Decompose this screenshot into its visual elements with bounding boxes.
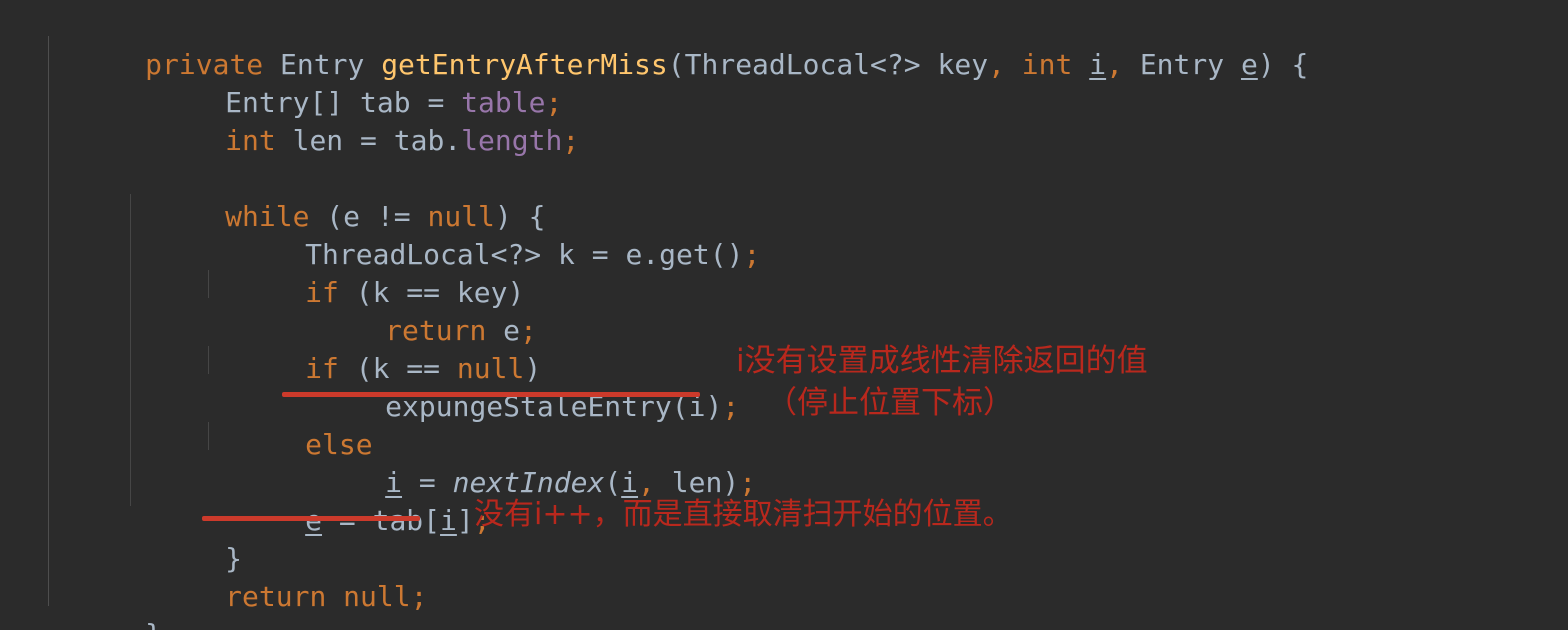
- underline-expunge-call: [282, 392, 700, 397]
- code-text-layer[interactable]: private Entry getEntryAfterMiss(ThreadLo…: [0, 0, 1568, 630]
- token-brace-close-method: }: [145, 618, 162, 630]
- token-keyword-int: int: [1021, 48, 1073, 81]
- token-keyword-return-2: return: [225, 580, 327, 613]
- token-keyword-int-2: int: [225, 124, 276, 157]
- underline-e-tab-assign: [202, 516, 420, 521]
- code-screenshot: */ private Entry getEntryAfterMiss(Threa…: [0, 0, 1568, 630]
- annotation-note-2: 没有i++，而是直接取清扫开始的位置。: [474, 497, 1013, 532]
- token-type-threadlocal: ThreadLocal<?>: [684, 48, 921, 81]
- token-index-i: i: [440, 504, 457, 537]
- annotation-note-1-line-1: i没有设置成线性清除返回的值: [736, 343, 1148, 379]
- token-param-i: i: [1089, 48, 1107, 81]
- code-line-return-null[interactable]: return null;: [124, 540, 427, 630]
- token-keyword-null-3: null: [343, 580, 411, 613]
- token-space-4: [1072, 48, 1089, 81]
- token-type-entry-2: Entry: [1139, 48, 1225, 81]
- token-tab-index-close: ]: [456, 504, 474, 537]
- token-param-key: key: [920, 48, 989, 81]
- token-comma-2: ,: [1106, 48, 1123, 81]
- token-semicolon-2: ;: [562, 124, 580, 157]
- code-line-close-method[interactable]: }: [44, 578, 162, 630]
- token-space-5: [1123, 48, 1140, 81]
- token-paren-open: (: [667, 48, 685, 81]
- token-field-length: length: [461, 124, 563, 157]
- token-param-e: e: [1240, 48, 1258, 81]
- token-semicolon-5: ;: [722, 390, 740, 423]
- token-space-8: [326, 580, 343, 613]
- token-comma-1: ,: [988, 48, 1005, 81]
- token-semicolon-3: ;: [743, 238, 761, 271]
- token-semicolon-8: ;: [410, 580, 428, 613]
- token-space-6: [1224, 48, 1241, 81]
- token-space-3: [1005, 48, 1022, 81]
- annotation-note-1-line-2: （停止位置下标）: [766, 385, 1014, 421]
- token-brace-open: ) {: [1257, 48, 1309, 81]
- token-len-assign: len = tab.: [275, 124, 462, 157]
